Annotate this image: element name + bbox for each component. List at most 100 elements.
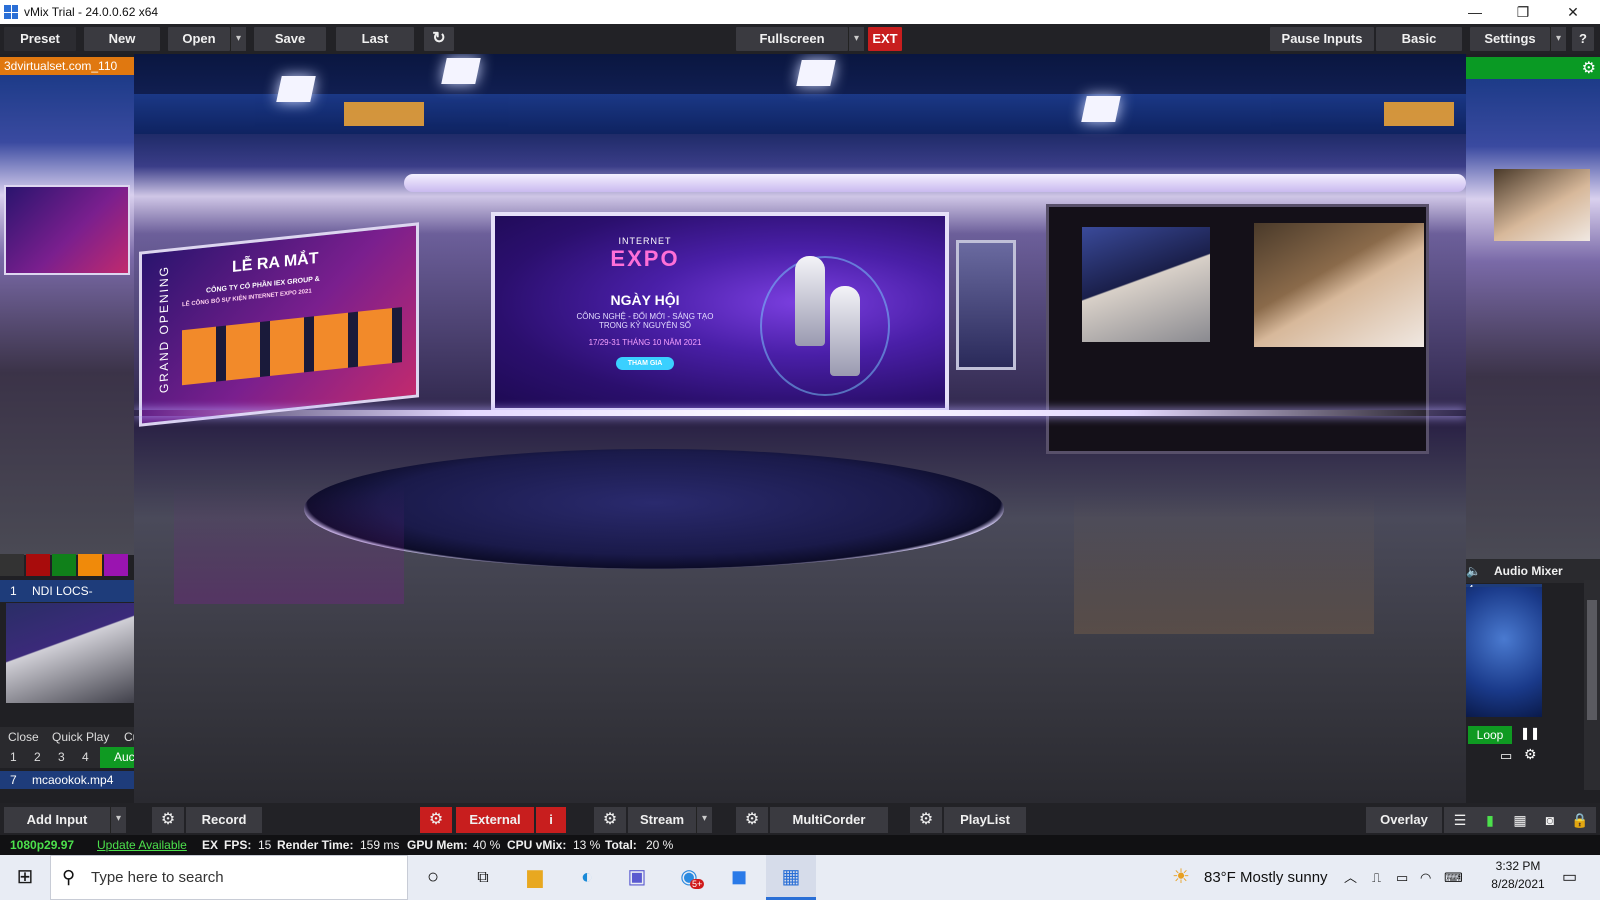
update-available-link[interactable]: Update Available bbox=[97, 835, 187, 855]
quick-play-button[interactable]: Quick Play bbox=[52, 730, 109, 744]
save-button[interactable]: Save bbox=[254, 27, 326, 51]
record-settings-gear-icon[interactable]: ⚙ bbox=[152, 807, 184, 833]
lock-icon[interactable]: 🔒 bbox=[1564, 807, 1596, 833]
open-dropdown-icon[interactable]: ▾ bbox=[230, 27, 246, 51]
top-toolbar: Preset New Open ▾ Save Last ↻ Fullscreen… bbox=[0, 24, 1600, 54]
color-swatch-orange[interactable] bbox=[78, 554, 102, 576]
gear-icon[interactable]: ⚙ bbox=[1524, 746, 1537, 763]
input-1-header[interactable]: 1 NDI LOCS-IPHONE bbox=[0, 580, 134, 620]
preview-video[interactable] bbox=[0, 75, 134, 555]
scrollbar-thumb[interactable] bbox=[1587, 600, 1597, 720]
taskbar-search-input[interactable]: Type here to search bbox=[50, 855, 408, 900]
task-view-icon[interactable]: ⧉ bbox=[458, 855, 508, 900]
program-output[interactable]: GRAND OPENING LỄ RA MẮT CÔNG TY CỔ PHẦN … bbox=[134, 54, 1466, 803]
external-button[interactable]: External bbox=[456, 807, 534, 833]
last-button[interactable]: Last bbox=[336, 27, 414, 51]
stream-settings-gear-icon[interactable]: ⚙ bbox=[594, 807, 626, 833]
pause-inputs-button[interactable]: Pause Inputs bbox=[1270, 27, 1374, 51]
teams-icon[interactable]: ▣ bbox=[612, 855, 662, 900]
list-view-icon[interactable]: ☰ bbox=[1444, 807, 1476, 833]
audio-toggle-button[interactable]: Auc bbox=[100, 747, 134, 768]
add-input-button[interactable]: Add Input bbox=[4, 807, 110, 833]
input-number: 1 bbox=[10, 584, 17, 598]
record-button[interactable]: Record bbox=[186, 807, 262, 833]
ext-button[interactable]: EXT bbox=[868, 27, 902, 51]
fullscreen-button[interactable]: Fullscreen bbox=[736, 27, 848, 51]
number-2-button[interactable]: 2 bbox=[34, 750, 41, 764]
preview-pane: 3dvirtualset.com_110 1 NDI LOCS-IPHONE C… bbox=[0, 54, 134, 803]
total-label: Total: bbox=[605, 838, 637, 852]
multicorder-settings-gear-icon[interactable]: ⚙ bbox=[736, 807, 768, 833]
speaker-video-male bbox=[1082, 227, 1210, 342]
basic-button[interactable]: Basic bbox=[1376, 27, 1462, 51]
stream-dropdown-icon[interactable]: ▾ bbox=[696, 807, 712, 833]
pause-icon[interactable]: ❚❚ bbox=[1520, 726, 1540, 740]
gear-icon[interactable]: ⚙ bbox=[1582, 58, 1596, 78]
open-button[interactable]: Open bbox=[168, 27, 230, 51]
color-swatch-green[interactable] bbox=[52, 554, 76, 576]
cpu-vmix-value: 13 % bbox=[573, 838, 601, 852]
file-explorer-icon[interactable]: ▆ bbox=[510, 855, 560, 900]
studio-light bbox=[796, 60, 836, 86]
tray-chevron-icon[interactable]: ︿ bbox=[1344, 855, 1357, 900]
audio-levels-icon[interactable]: ▮ bbox=[1474, 807, 1506, 833]
robot-figure bbox=[830, 286, 860, 376]
preset-button[interactable]: Preset bbox=[4, 27, 76, 51]
input-number: 7 bbox=[10, 773, 17, 787]
color-swatch-purple[interactable] bbox=[104, 554, 128, 576]
stream-button[interactable]: Stream bbox=[628, 807, 696, 833]
color-swatch-red[interactable] bbox=[26, 554, 50, 576]
input-1-thumbnail[interactable] bbox=[6, 603, 134, 703]
network-icon[interactable]: ⎍ bbox=[1372, 855, 1381, 900]
window-title: vMix Trial - 24.0.0.62 x64 bbox=[24, 5, 159, 19]
help-button[interactable]: ? bbox=[1572, 27, 1594, 51]
monitor-icon[interactable]: ▭ bbox=[1500, 748, 1512, 764]
clock-date[interactable]: 8/28/2021 bbox=[1482, 877, 1554, 891]
cortana-icon[interactable]: ○ bbox=[408, 855, 458, 900]
settings-dropdown-icon[interactable]: ▾ bbox=[1550, 27, 1566, 51]
vmix-taskbar-icon[interactable]: ▦ bbox=[766, 855, 816, 900]
input-7-header[interactable]: 7 mcaookok.mp4 bbox=[0, 771, 134, 789]
zoom-icon[interactable]: ◼ bbox=[714, 855, 764, 900]
input-4-thumbnail[interactable] bbox=[1466, 587, 1542, 717]
keyboard-icon[interactable]: ⌨ bbox=[1444, 855, 1463, 900]
grand-opening-side-text: GRAND OPENING bbox=[157, 264, 172, 394]
cut-button[interactable]: Cu bbox=[124, 730, 134, 744]
number-3-button[interactable]: 3 bbox=[58, 750, 65, 764]
settings-button[interactable]: Settings bbox=[1470, 27, 1550, 51]
playlist-button[interactable]: PlayList bbox=[944, 807, 1026, 833]
color-swatch-none[interactable] bbox=[0, 554, 24, 576]
clock-time[interactable]: 3:32 PM bbox=[1488, 859, 1548, 873]
external-info-button[interactable]: i bbox=[536, 807, 566, 833]
new-button[interactable]: New bbox=[84, 27, 160, 51]
minimize-button[interactable]: — bbox=[1452, 2, 1498, 22]
external-settings-gear-icon[interactable]: ⚙ bbox=[420, 807, 452, 833]
weather-text[interactable]: 83°F Mostly sunny bbox=[1204, 855, 1328, 900]
zalo-icon[interactable]: ◉ bbox=[664, 855, 714, 900]
close-input-button[interactable]: Close bbox=[8, 730, 39, 744]
playlist-settings-gear-icon[interactable]: ⚙ bbox=[910, 807, 942, 833]
restore-button[interactable]: ❐ bbox=[1500, 2, 1546, 22]
ex-indicator: EX bbox=[202, 838, 219, 852]
refresh-icon[interactable]: ↻ bbox=[424, 27, 454, 51]
loop-button[interactable]: Loop bbox=[1468, 726, 1512, 744]
close-button[interactable]: ✕ bbox=[1550, 2, 1596, 22]
add-input-dropdown-icon[interactable]: ▾ bbox=[110, 807, 126, 833]
expo-headline: NGÀY HỘI bbox=[610, 292, 680, 308]
windows-start-icon[interactable]: ⊞ bbox=[0, 855, 50, 900]
battery-icon[interactable]: ▭ bbox=[1396, 855, 1408, 900]
notification-center-icon[interactable]: ▭ bbox=[1562, 855, 1577, 900]
audio-mixer-scrollbar[interactable] bbox=[1584, 580, 1600, 790]
overlay-button[interactable]: Overlay bbox=[1366, 807, 1442, 833]
le-ra-mat-title: LỄ RA MẮT bbox=[232, 249, 319, 276]
edge-icon[interactable]: ◐ bbox=[562, 855, 612, 900]
number-1-button[interactable]: 1 bbox=[10, 750, 17, 764]
fullscreen-dropdown-icon[interactable]: ▾ bbox=[848, 27, 864, 51]
camera-icon[interactable]: ◙ bbox=[1534, 807, 1566, 833]
audio-mixer-header[interactable]: 🔈 Audio Mixer bbox=[1466, 559, 1600, 583]
program-preview-video[interactable] bbox=[1466, 79, 1600, 559]
number-4-button[interactable]: 4 bbox=[82, 750, 89, 764]
multicorder-button[interactable]: MultiCorder bbox=[770, 807, 888, 833]
grid-view-icon[interactable]: ▦ bbox=[1504, 807, 1536, 833]
wifi-icon[interactable]: ◠ bbox=[1420, 855, 1431, 900]
